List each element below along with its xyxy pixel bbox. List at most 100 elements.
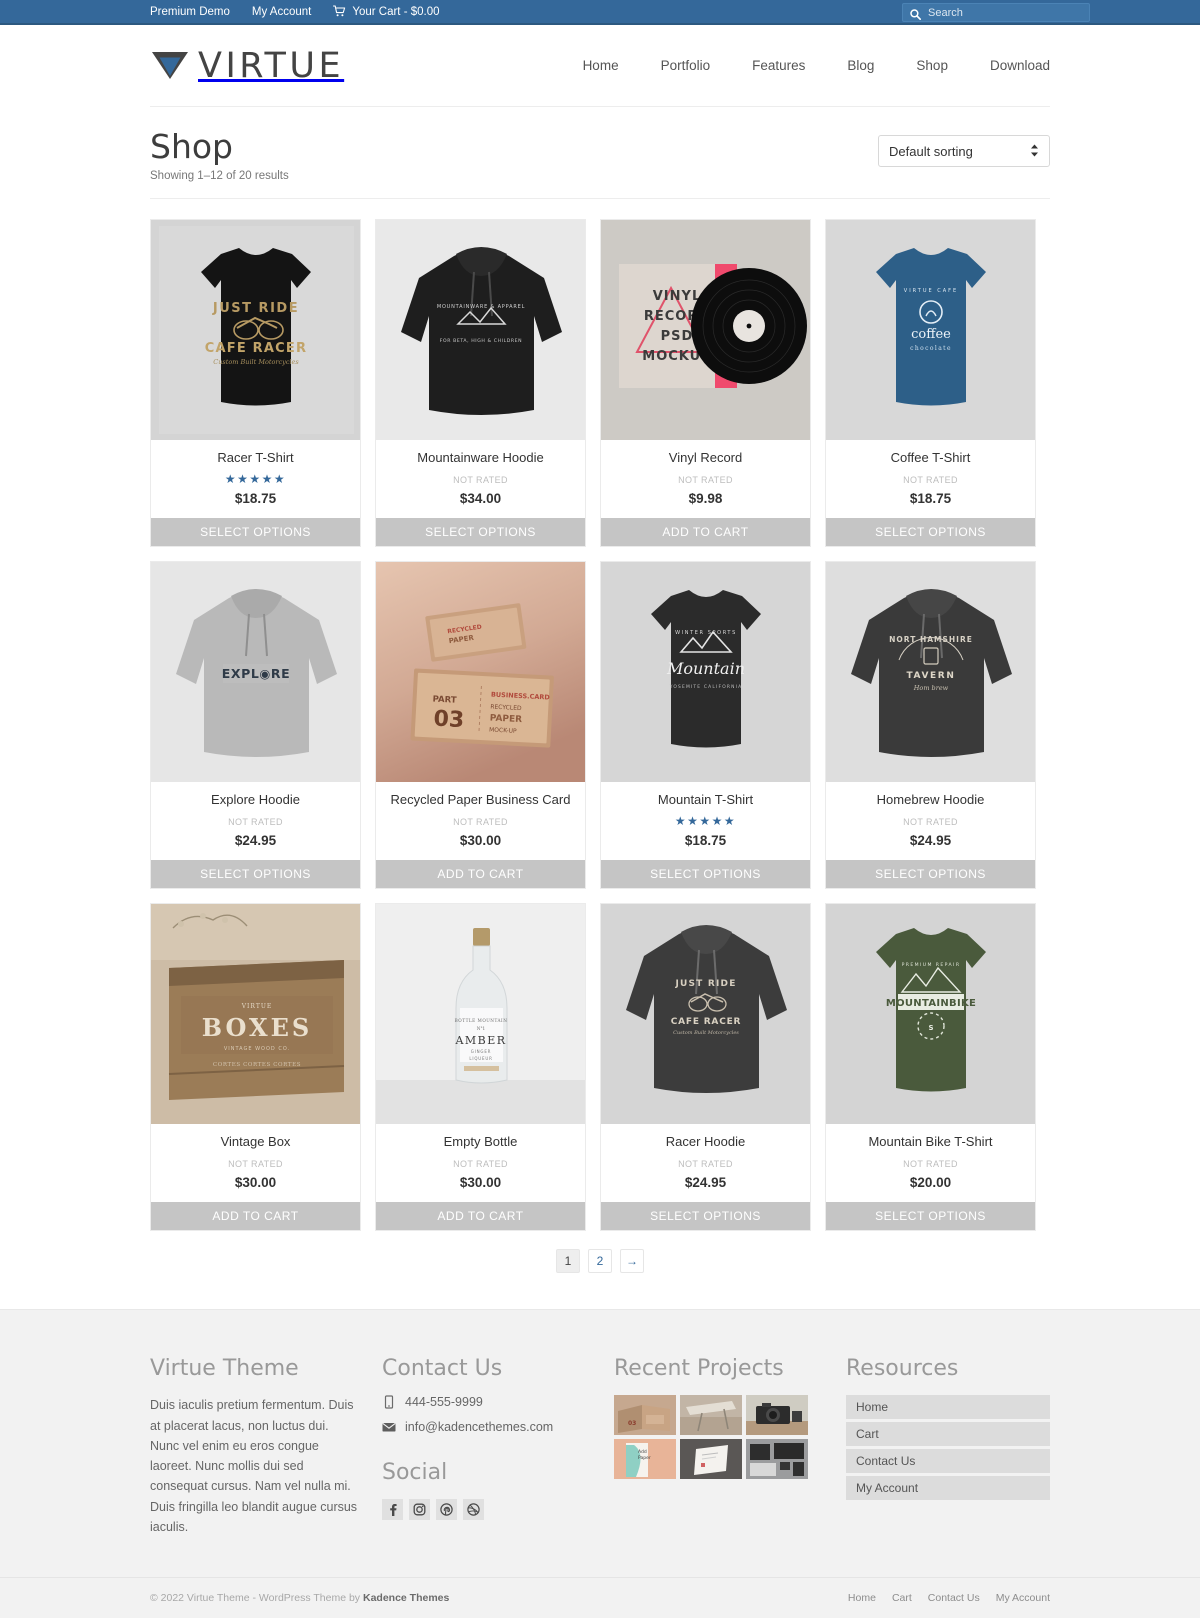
product-image-vinyl-record[interactable]: VINYL RECORD PSD MOCKUP <box>601 220 810 441</box>
select-options-button[interactable]: SELECT OPTIONS <box>151 518 360 547</box>
product-title[interactable]: Vintage Box <box>157 1134 354 1149</box>
site-footer: Virtue Theme Duis iaculis pretium fermen… <box>0 1309 1200 1618</box>
topbar-link-label: Your Cart - $0.00 <box>352 5 440 18</box>
product-image-coffee-tshirt[interactable]: VIRTUE CAFE coffee chocolate <box>826 220 1035 441</box>
sorting-select[interactable]: Default sorting <box>878 135 1050 167</box>
select-options-button[interactable]: SELECT OPTIONS <box>376 518 585 547</box>
footer-resource-link-my-account[interactable]: My Account <box>846 1476 1050 1501</box>
select-options-button[interactable]: SELECT OPTIONS <box>151 860 360 889</box>
product-title[interactable]: Mountain T-Shirt <box>607 792 804 807</box>
topbar-link-my-account[interactable]: My Account <box>252 6 311 18</box>
subnav-link-my-account[interactable]: My Account <box>996 1592 1050 1604</box>
add-to-cart-button[interactable]: ADD TO CART <box>601 518 810 547</box>
product-card[interactable]: NORT HAMSHIRE TAVERN Hom brew Homebrew H… <box>825 561 1036 890</box>
nav-item-portfolio[interactable]: Portfolio <box>661 58 711 73</box>
product-rating: NOT RATED <box>832 472 1029 485</box>
pagination-page-2[interactable]: 2 <box>588 1249 612 1274</box>
project-thumb-dark-stationery[interactable] <box>746 1439 808 1480</box>
nav-item-home[interactable]: Home <box>583 58 619 73</box>
product-card[interactable]: JUST RIDE CAFE RACER Custom Built Motorc… <box>150 219 361 548</box>
footer-phone-text[interactable]: 444-555-9999 <box>405 1395 483 1409</box>
product-title[interactable]: Explore Hoodie <box>157 792 354 807</box>
subnav-link-cart[interactable]: Cart <box>892 1592 912 1604</box>
product-title[interactable]: Vinyl Record <box>607 450 804 465</box>
product-card[interactable]: RECYCLED PAPER PART 03 BUSINESS.CARD REC… <box>375 561 586 890</box>
recent-projects-grid: 03 Add Paper <box>614 1395 822 1480</box>
svg-text:PSD: PSD <box>661 329 694 344</box>
project-thumb-white-paper[interactable] <box>680 1439 742 1480</box>
footer-resource-link-home[interactable]: Home <box>846 1395 1050 1420</box>
product-image-mountain-tshirt[interactable]: WINTER SPORTS Mountain YOSEMITE CALIFORN… <box>601 562 810 783</box>
select-options-button[interactable]: SELECT OPTIONS <box>601 1202 810 1231</box>
pagination-next-arrow-icon[interactable]: → <box>620 1249 644 1274</box>
select-options-button[interactable]: SELECT OPTIONS <box>826 860 1035 889</box>
product-image-homebrew-hoodie[interactable]: NORT HAMSHIRE TAVERN Hom brew <box>826 562 1035 783</box>
product-card[interactable]: VIRTUE BOXES VINTAGE WOOD CO. CORTES COR… <box>150 903 361 1232</box>
product-image-explore-hoodie[interactable]: EXPL◉RE <box>151 562 360 783</box>
subnav-link-home[interactable]: Home <box>848 1592 876 1604</box>
sorting-selected-label: Default sorting <box>889 143 973 159</box>
product-image-mountain-bike-tshirt[interactable]: PREMIUM REPAIR MOUNTAINBIKE S <box>826 904 1035 1125</box>
topbar-link-your-cart[interactable]: Your Cart - $0.00 <box>333 4 440 19</box>
product-title[interactable]: Racer Hoodie <box>607 1134 804 1149</box>
project-thumb-cardboard-boxes[interactable]: 03 <box>614 1395 676 1436</box>
subnav-link-contact-us[interactable]: Contact Us <box>928 1592 980 1604</box>
svg-text:MOUNTAINBIKE: MOUNTAINBIKE <box>886 998 976 1009</box>
product-card[interactable]: WINTER SPORTS Mountain YOSEMITE CALIFORN… <box>600 561 811 890</box>
product-card[interactable]: EXPL◉RE Explore Hoodie NOT RATED $24.95 … <box>150 561 361 890</box>
product-title[interactable]: Homebrew Hoodie <box>832 792 1029 807</box>
select-options-button[interactable]: SELECT OPTIONS <box>826 1202 1035 1231</box>
product-image-racer-hoodie[interactable]: JUST RIDE CAFE RACER Custom Built Motorc… <box>601 904 810 1125</box>
pagination-page-1[interactable]: 1 <box>556 1249 580 1274</box>
add-to-cart-button[interactable]: ADD TO CART <box>151 1202 360 1231</box>
nav-item-download[interactable]: Download <box>990 58 1050 73</box>
svg-text:PREMIUM REPAIR: PREMIUM REPAIR <box>902 962 961 968</box>
add-to-cart-button[interactable]: ADD TO CART <box>376 1202 585 1231</box>
product-title[interactable]: Coffee T-Shirt <box>832 450 1029 465</box>
product-title[interactable]: Mountain Bike T-Shirt <box>832 1134 1029 1149</box>
product-card[interactable]: PREMIUM REPAIR MOUNTAINBIKE S Mountain B… <box>825 903 1036 1232</box>
footer-resource-link-contact-us[interactable]: Contact Us <box>846 1449 1050 1474</box>
project-thumb-vintage-camera[interactable] <box>746 1395 808 1436</box>
cart-icon <box>333 4 346 19</box>
facebook-icon[interactable] <box>382 1499 403 1521</box>
add-to-cart-button[interactable]: ADD TO CART <box>376 860 585 889</box>
nav-item-shop[interactable]: Shop <box>916 58 948 73</box>
footer-email-text[interactable]: info@kadencethemes.com <box>405 1420 553 1434</box>
topbar-link-premium-demo[interactable]: Premium Demo <box>150 6 230 18</box>
logo-text: VIRTUE <box>198 45 345 86</box>
product-card[interactable]: VINYL RECORD PSD MOCKUP Vinyl Record NOT… <box>600 219 811 548</box>
product-image-mountainware-hoodie[interactable]: MOUNTAINWARE & APPAREL FOR BETA, HIGH & … <box>376 220 585 441</box>
product-image-recycled-paper-business-card[interactable]: RECYCLED PAPER PART 03 BUSINESS.CARD REC… <box>376 562 585 783</box>
site-logo[interactable]: VIRTUE <box>150 46 344 86</box>
product-title[interactable]: Recycled Paper Business Card <box>382 792 579 807</box>
product-price: $24.95 <box>234 833 277 849</box>
select-options-button[interactable]: SELECT OPTIONS <box>601 860 810 889</box>
search-box[interactable] <box>902 3 1090 22</box>
copyright-brand[interactable]: Kadence Themes <box>363 1592 449 1604</box>
search-input[interactable] <box>928 6 1082 19</box>
product-card[interactable]: BOTTLE MOUNTAIN N°1 AMBER GINGER LIQUEUR… <box>375 903 586 1232</box>
product-card[interactable]: MOUNTAINWARE & APPAREL FOR BETA, HIGH & … <box>375 219 586 548</box>
product-title[interactable]: Racer T-Shirt <box>157 450 354 465</box>
footer-resource-link-cart[interactable]: Cart <box>846 1422 1050 1447</box>
footer-resources-list: Home Cart Contact Us My Account <box>846 1395 1050 1501</box>
nav-item-features[interactable]: Features <box>752 58 805 73</box>
footer-projects-heading: Recent Projects <box>614 1356 784 1382</box>
product-image-empty-bottle[interactable]: BOTTLE MOUNTAIN N°1 AMBER GINGER LIQUEUR <box>376 904 585 1125</box>
product-image-vintage-box[interactable]: VIRTUE BOXES VINTAGE WOOD CO. CORTES COR… <box>151 904 360 1125</box>
dribbble-icon[interactable] <box>463 1499 484 1521</box>
project-thumb-mint-brochure[interactable]: Add Paper <box>614 1439 676 1480</box>
svg-text:JUST RIDE: JUST RIDE <box>212 301 299 316</box>
product-title[interactable]: Mountainware Hoodie <box>382 450 579 465</box>
instagram-icon[interactable] <box>409 1499 430 1521</box>
product-card[interactable]: JUST RIDE CAFE RACER Custom Built Motorc… <box>600 903 811 1232</box>
svg-text:CAFE RACER: CAFE RACER <box>205 341 307 356</box>
product-card[interactable]: VIRTUE CAFE coffee chocolate Coffee T-Sh… <box>825 219 1036 548</box>
project-thumb-ironing-board[interactable] <box>680 1395 742 1436</box>
nav-item-blog[interactable]: Blog <box>847 58 874 73</box>
product-image-racer-tshirt[interactable]: JUST RIDE CAFE RACER Custom Built Motorc… <box>151 220 360 441</box>
product-title[interactable]: Empty Bottle <box>382 1134 579 1149</box>
select-options-button[interactable]: SELECT OPTIONS <box>826 518 1035 547</box>
pinterest-icon[interactable] <box>436 1499 457 1521</box>
